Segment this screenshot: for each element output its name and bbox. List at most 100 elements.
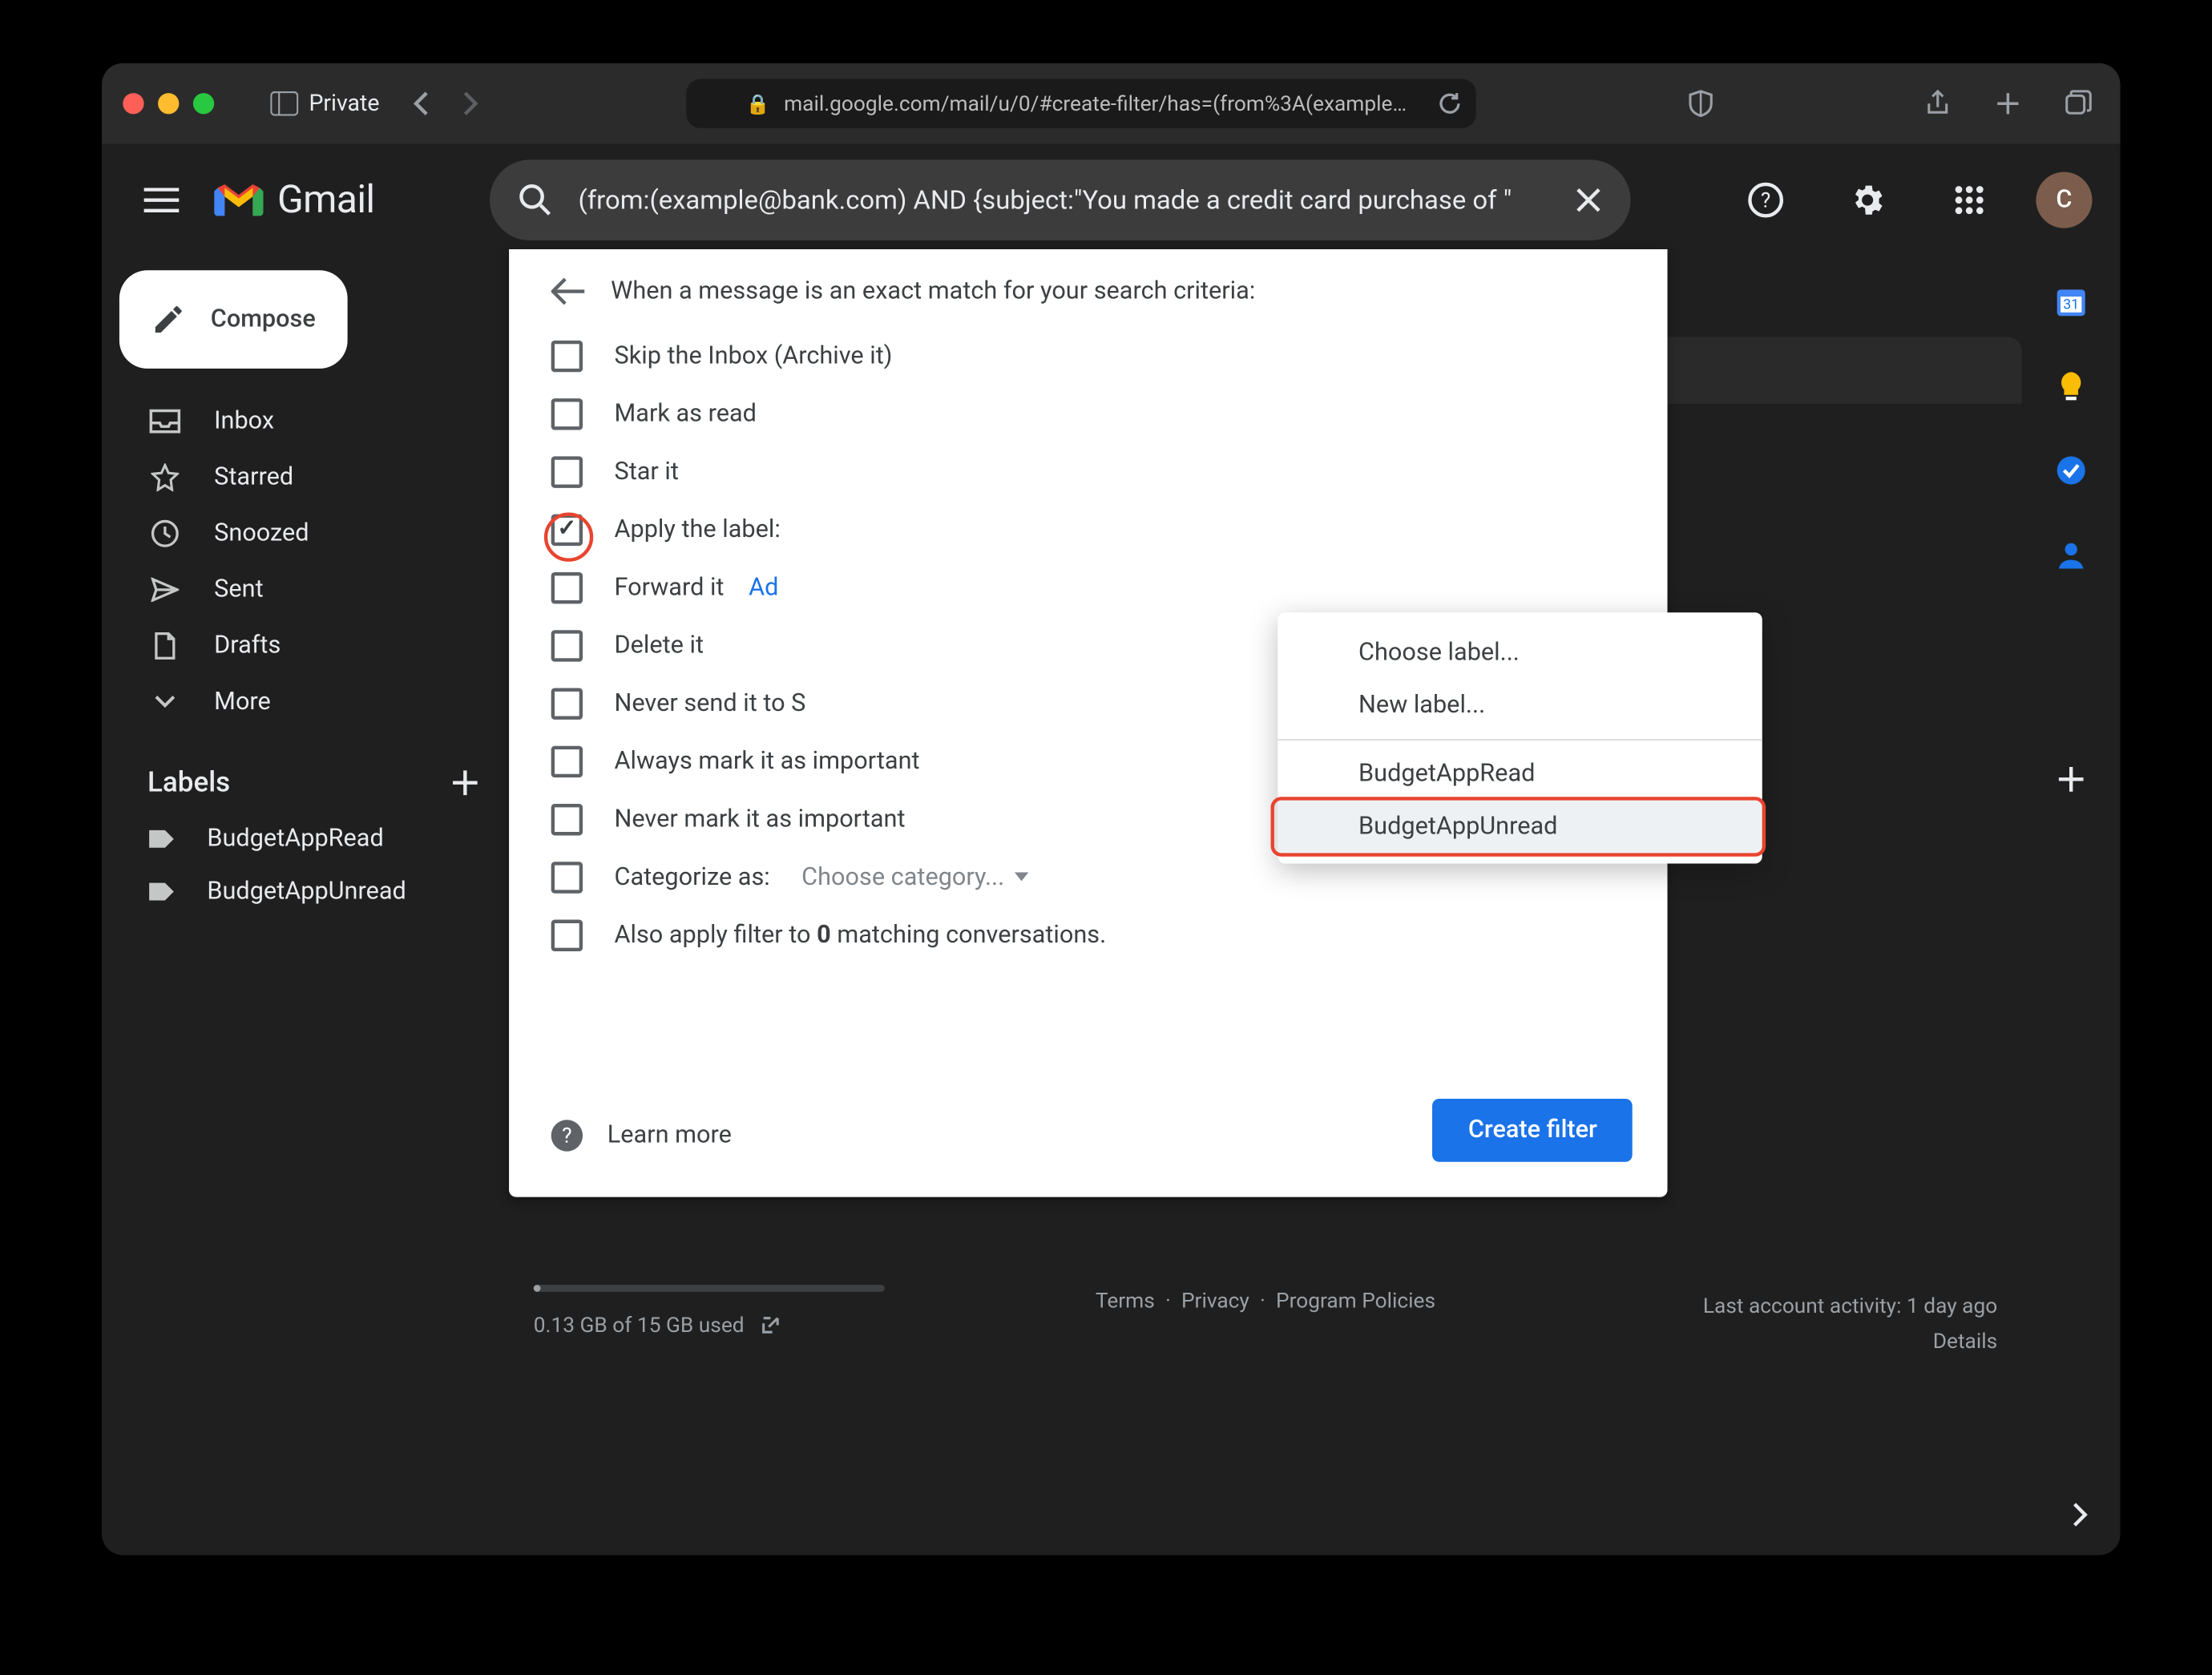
nav-sidebar: Compose Inbox Starred SnoozedSent Drafts Mor… [102, 256, 509, 918]
zoom-window-icon[interactable] [193, 93, 214, 114]
gmail-logo[interactable]: Gmail [214, 178, 374, 222]
filter-option-label: Never mark it as important [615, 805, 906, 833]
label-tag-icon [147, 826, 176, 851]
main-panel: When a message is an exact match for you… [509, 249, 2022, 1555]
rail-tasks-icon[interactable] [2053, 453, 2089, 488]
new-tab-icon[interactable] [1987, 83, 2029, 125]
tab-overview-icon[interactable] [2057, 83, 2100, 125]
sidebar-item-snoozed[interactable]: Snoozed [102, 506, 509, 562]
filter-option-label: Never send it to S [615, 689, 806, 717]
compose-label: Compose [211, 305, 316, 333]
close-window-icon[interactable] [123, 93, 143, 114]
sidebar-item-label: Starred [214, 463, 293, 491]
send-icon [147, 578, 183, 603]
create-filter-label: Create filter [1468, 1116, 1597, 1144]
window-controls[interactable] [123, 93, 214, 114]
footer-link[interactable]: Terms [1096, 1288, 1155, 1313]
file-icon [147, 632, 183, 660]
lock-icon: 🔒 [746, 92, 770, 115]
reload-icon[interactable] [1437, 91, 1462, 116]
rail-keep-icon[interactable] [2053, 369, 2089, 404]
create-filter-button[interactable]: Create filter [1433, 1099, 1633, 1162]
sidebar-item-sent[interactable]: Sent [102, 562, 509, 618]
learn-more-link[interactable]: ? Learn more [551, 1120, 732, 1151]
back-arrow-icon[interactable] [551, 277, 587, 305]
open-in-new-icon[interactable] [758, 1313, 783, 1338]
avatar-initial: C [2056, 186, 2072, 214]
filter-checkbox[interactable] [551, 861, 583, 892]
label-item-budgetappunread[interactable]: BudgetAppUnread [102, 866, 509, 918]
main-menu-icon[interactable] [127, 165, 197, 236]
rail-contacts-icon[interactable] [2053, 537, 2089, 572]
pencil-icon [151, 302, 186, 337]
label-option-budgetappread[interactable]: BudgetAppRead [1278, 748, 1762, 801]
inbox-icon [147, 409, 183, 434]
support-icon[interactable]: ? [1730, 165, 1801, 236]
filter-option-label: Skip the Inbox (Archive it) [615, 341, 893, 369]
search-input[interactable] [579, 184, 1551, 216]
compose-button[interactable]: Compose [119, 270, 348, 369]
filter-checkbox[interactable] [551, 918, 583, 950]
filter-checkbox[interactable] [551, 514, 583, 545]
filter-checkbox[interactable] [551, 340, 583, 371]
side-rail: 31 [2022, 256, 2121, 1556]
gmail-wordmark: Gmail [277, 178, 374, 222]
nav-forward-icon[interactable] [450, 83, 492, 125]
label-item-budgetappread[interactable]: BudgetAppRead [102, 813, 509, 866]
filter-option-row: Mark as read [551, 385, 1625, 442]
filter-option-label: Star it [615, 457, 679, 485]
nav-back-icon[interactable] [401, 83, 443, 125]
address-bar[interactable]: 🔒 mail.google.com/mail/u/0/#create-filte… [686, 79, 1476, 128]
sidebar-item-label: Drafts [214, 632, 281, 660]
search-icon[interactable] [519, 183, 554, 218]
menu-choose-label[interactable]: Choose label... [1278, 627, 1762, 680]
collapse-rail-icon[interactable] [2071, 1503, 2089, 1528]
menu-new-label[interactable]: New label... [1278, 680, 1762, 733]
filter-checkbox[interactable] [551, 687, 583, 718]
add-label-icon[interactable] [450, 766, 481, 797]
filter-checkbox[interactable] [551, 629, 583, 660]
label-name: BudgetAppUnread [207, 878, 406, 906]
svg-text:?: ? [1761, 188, 1770, 212]
filter-option-label: Mark as read [615, 399, 757, 427]
filter-checkbox[interactable] [551, 803, 583, 834]
rail-calendar-icon[interactable]: 31 [2053, 285, 2089, 320]
gmail-logo-icon [214, 181, 263, 220]
label-option-budgetappunread[interactable]: BudgetAppUnread [1278, 801, 1762, 854]
search-bar[interactable] [490, 159, 1632, 240]
filter-checkbox[interactable] [551, 398, 583, 429]
filter-option-row: Star it [551, 442, 1625, 500]
sidebar-item-label: More [214, 688, 271, 716]
account-avatar[interactable]: C [2036, 172, 2092, 228]
settings-gear-icon[interactable] [1832, 165, 1903, 236]
sidebar-item-more[interactable]: More [102, 674, 509, 730]
sidebar-item-inbox[interactable]: Inbox [102, 394, 509, 450]
filter-checkbox[interactable] [551, 571, 583, 603]
forward-add-link[interactable]: Ad [749, 573, 778, 601]
google-apps-icon[interactable] [1934, 165, 2004, 236]
sidebar-toggle[interactable]: Private [270, 91, 379, 117]
filter-option-label: Apply the label: [615, 515, 781, 543]
footer-link[interactable]: Program Policies [1276, 1288, 1435, 1313]
clear-search-icon[interactable] [1575, 186, 1603, 214]
label-dropdown-menu: Choose label... New label... BudgetAppRe… [1278, 612, 1762, 863]
details-link[interactable]: Details [1703, 1323, 1997, 1358]
star-icon [147, 463, 183, 491]
sidebar-item-starred[interactable]: Starred [102, 450, 509, 506]
storage-progress [534, 1285, 885, 1292]
private-label: Private [309, 91, 379, 117]
category-select[interactable]: Choose category... [801, 862, 1029, 890]
filter-checkbox[interactable] [551, 745, 583, 777]
filter-option-label: Delete it [615, 631, 704, 659]
filter-headline: When a message is an exact match for you… [611, 277, 1255, 305]
get-addons-icon[interactable] [2036, 745, 2106, 815]
minimize-window-icon[interactable] [158, 93, 179, 114]
tracking-shield-icon[interactable] [1681, 83, 1723, 125]
footer-link[interactable]: Privacy [1181, 1288, 1249, 1313]
sidebar-item-drafts[interactable]: Drafts [102, 618, 509, 674]
sidebar-item-label: Inbox [214, 407, 274, 435]
filter-checkbox[interactable] [551, 455, 583, 486]
label-option-text: BudgetAppUnread [1358, 813, 1557, 841]
filter-option-row: Forward itAd [551, 558, 1625, 616]
share-icon[interactable] [1916, 83, 1959, 125]
